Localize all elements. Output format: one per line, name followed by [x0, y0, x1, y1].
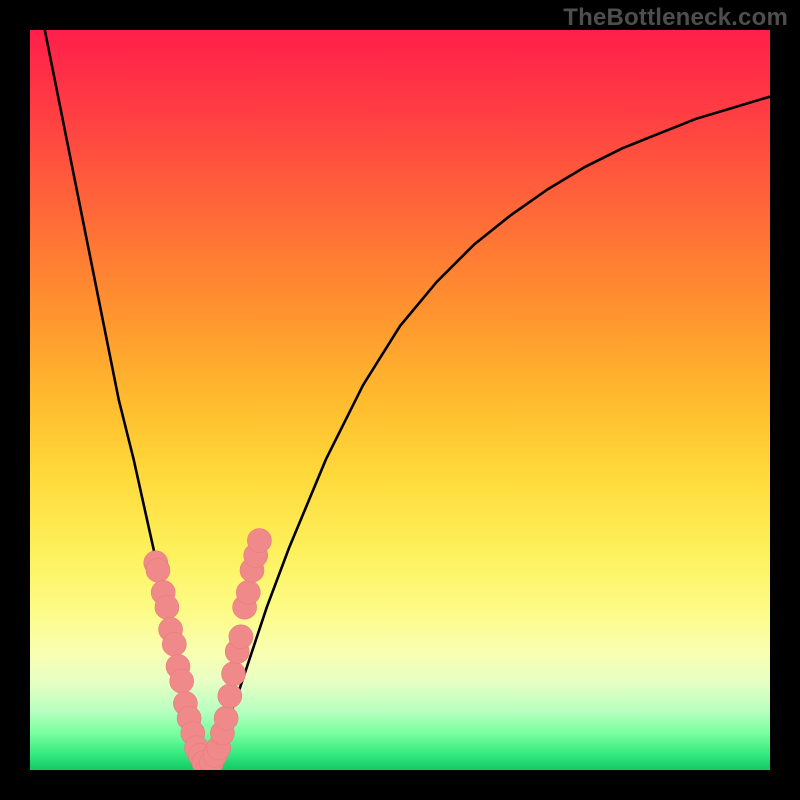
plot-area [30, 30, 770, 770]
watermark-text: TheBottleneck.com [563, 4, 788, 32]
bottleneck-curve [30, 30, 770, 770]
curve-layer [30, 30, 770, 770]
chart-frame: TheBottleneck.com [0, 0, 800, 800]
